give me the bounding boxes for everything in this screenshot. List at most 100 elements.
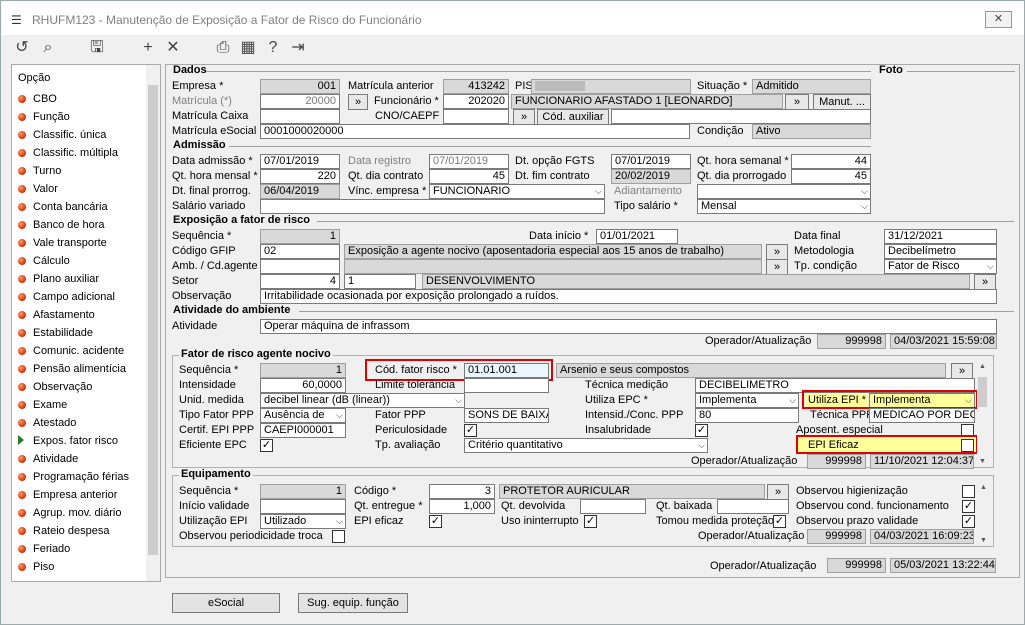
sidebar-item[interactable]: Atividade [18,450,78,468]
sidebar-item[interactable]: Campo adicional [18,288,115,306]
delete-icon[interactable]: ✕ [163,38,183,58]
sidebar-item[interactable]: Feriado [18,540,70,558]
sidebar-item[interactable]: CBO [18,90,57,108]
intensid-field[interactable]: 80 [695,408,799,423]
add-icon[interactable]: + [138,38,158,58]
sidebar-item[interactable]: Vale transporte [18,234,107,252]
equip-scrollbar[interactable]: ▲ ▼ [978,484,989,544]
dt-fim-field[interactable]: 20/02/2019 [611,169,691,184]
tipo-salario-select[interactable]: Mensal ⌵ [697,199,871,214]
equip-cod-field[interactable]: 3 [429,484,495,499]
metodologia-field[interactable]: Decibelímetro [884,244,997,259]
exposicao-seq-field[interactable]: 1 [260,229,340,244]
data-final-field[interactable]: 31/12/2021 [884,229,997,244]
qt-devolvida-field[interactable] [580,499,646,514]
obs-per-checkbox[interactable] [332,530,345,543]
tipo-ppp-select[interactable]: Ausência de ⌵ [260,408,346,423]
qt-mensal-field[interactable]: 220 [260,169,340,184]
funcionario-code-field[interactable]: 202020 [443,94,509,109]
situacao-field[interactable]: Admitido [752,79,871,94]
sidebar-item[interactable]: Piso [18,558,54,576]
atividade-field[interactable]: Operar máquina de infrassom [260,319,997,334]
sidebar-item[interactable]: Programação férias [18,468,129,486]
tp-avaliacao-select[interactable]: Critério quantitativo ⌵ [464,438,708,453]
cod-auxiliar-button[interactable]: Cód. auxiliar [537,109,609,125]
sidebar-item[interactable]: Classific. única [18,126,106,144]
scroll-up-icon[interactable]: ▲ [977,363,988,370]
cno-lookup-button[interactable]: » [513,109,535,125]
qt-entregue-field[interactable]: 1,000 [429,499,495,514]
observacao-field[interactable]: Irritabilidade ocasionada por exposição … [260,289,997,304]
scroll-down-icon[interactable]: ▼ [977,458,988,465]
periculosidade-checkbox[interactable]: ✓ [464,424,477,437]
qt-contrato-field[interactable]: 45 [429,169,509,184]
search-icon[interactable]: ⌕ [38,38,58,58]
intensidade-field[interactable]: 60,0000 [260,378,346,393]
fator-seq-field[interactable]: 1 [260,363,346,378]
setor-lookup-button[interactable]: » [974,274,996,290]
sidebar-scrollbar[interactable] [146,65,160,581]
obs-hig-checkbox[interactable] [962,485,975,498]
sidebar-item[interactable]: Agrup. mov. diário [18,504,121,522]
obs-prazo-checkbox[interactable]: ✓ [962,515,975,528]
setor2-field[interactable]: 1 [344,274,416,289]
undo-icon[interactable]: ↺ [12,38,32,58]
epi-eficaz-equip-checkbox[interactable]: ✓ [429,515,442,528]
sidebar-item[interactable]: Empresa anterior [18,486,117,504]
obs-func-checkbox[interactable]: ✓ [962,500,975,513]
utilizacao-select[interactable]: Utilizado ⌵ [260,514,346,529]
sidebar-item[interactable]: Expos. fator risco [18,432,118,450]
empresa-field[interactable]: 001 [260,79,340,94]
amb-field[interactable] [260,259,340,274]
scroll-thumb[interactable] [978,377,987,407]
sidebar-item[interactable]: Observação [18,378,92,396]
tp-condicao-select[interactable]: Fator de Risco ⌵ [884,259,997,274]
fator-scrollbar[interactable]: ▲ ▼ [977,363,988,465]
sidebar-item[interactable]: Turno [18,162,61,180]
inicio-validade-field[interactable] [260,499,346,514]
adiantamento-select[interactable]: ⌵ [697,184,871,199]
calendar-icon[interactable]: ▦ [238,38,258,58]
dt-fgts-field[interactable]: 07/01/2019 [611,154,691,169]
epc-select[interactable]: Implementa ⌵ [695,393,799,408]
tomou-checkbox[interactable]: ✓ [773,515,786,528]
salario-variado-field[interactable] [260,199,605,214]
esocial-button[interactable]: eSocial [172,593,280,613]
sug-equip-button[interactable]: Sug. equip. função [298,593,408,613]
tec-ppp-field[interactable]: MEDICAO POR DECIB [869,408,975,423]
gfip-lookup-button[interactable]: » [766,244,788,260]
data-registro-field[interactable]: 07/01/2019 [429,154,509,169]
setor-field[interactable]: 4 [260,274,340,289]
scroll-thumb[interactable] [148,85,158,555]
qt-baixada-field[interactable] [717,499,789,514]
fator-ppp-field[interactable]: SONS DE BAIXA [464,408,549,423]
scroll-up-icon[interactable]: ▲ [978,484,989,491]
sidebar-item[interactable]: Pensão alimentícia [18,360,126,378]
exit-icon[interactable]: ⇥ [288,38,308,58]
sidebar-item[interactable]: Conta bancária [18,198,108,216]
sidebar-item[interactable]: Comunic. acidente [18,342,124,360]
save-icon[interactable]: 🖫 [87,38,107,58]
eficiente-epc-checkbox[interactable]: ✓ [260,439,273,452]
limite-field[interactable] [464,378,549,393]
scroll-down-icon[interactable]: ▼ [978,537,989,544]
manut-button[interactable]: Manut. ... [813,94,871,110]
insalubridade-checkbox[interactable]: ✓ [695,424,708,437]
unid-select[interactable]: decibel linear (dB (linear)) ⌵ [260,393,465,408]
matricula-lookup-button[interactable]: » [348,94,368,110]
pis-field[interactable] [531,79,691,94]
matricula-ant-field[interactable]: 413242 [443,79,509,94]
qt-prorrogado-field[interactable]: 45 [791,169,871,184]
certif-field[interactable]: CAEPI000001 [260,423,346,438]
sidebar-item[interactable]: Estabilidade [18,324,93,342]
print-icon[interactable]: ⎙ [213,38,233,58]
amb-lookup-button[interactable]: » [766,259,788,275]
dt-final-field[interactable]: 06/04/2019 [260,184,340,199]
qt-semanal-field[interactable]: 44 [791,154,871,169]
cod-auxiliar-field[interactable] [611,109,871,124]
cod-fator-lookup-button[interactable]: » [951,363,973,379]
sidebar-item[interactable]: Plano auxiliar [18,270,99,288]
data-admissao-field[interactable]: 07/01/2019 [260,154,340,169]
close-button[interactable]: ✕ [985,11,1012,28]
sidebar-item[interactable]: Atestado [18,414,76,432]
